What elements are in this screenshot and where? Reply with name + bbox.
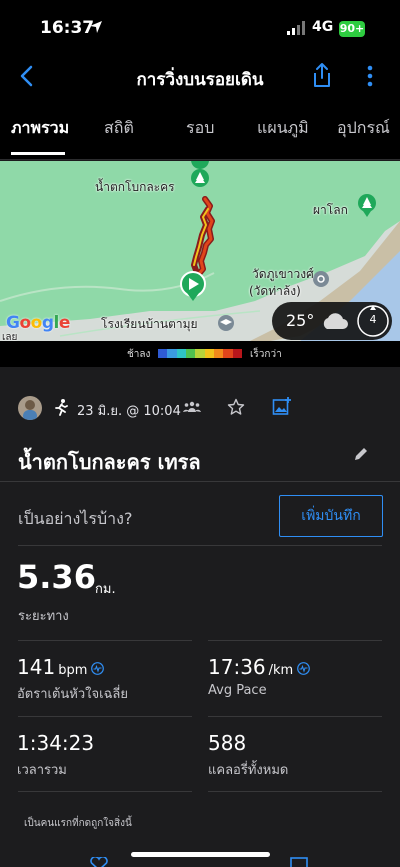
heart-rate-chart-icon [91,662,105,675]
divider [18,791,192,792]
pace-stat[interactable]: 17:36/km [208,655,311,679]
running-icon [55,399,68,416]
comment-icon[interactable] [290,857,308,867]
home-indicator [131,852,270,857]
pace-gradient-segment [213,349,224,358]
map-label-temple-sub: (วัดท่าล้ง) [249,284,301,298]
group-icon[interactable] [183,401,201,413]
edit-pencil-icon[interactable] [352,445,370,463]
more-vertical-icon[interactable] [364,64,376,88]
heart-rate-value: 141 [17,655,56,679]
pace-gradient-segment [223,349,233,358]
cloud-icon [323,313,348,329]
note-prompt[interactable]: เป็นอย่างไรบ้าง? [18,507,132,532]
tab-active-indicator [11,152,65,155]
tab-overview[interactable]: ภาพรวม [11,116,69,141]
pace-gradient-segment [185,349,196,358]
divider [0,481,400,482]
pace-value: 17:36 [208,655,266,679]
pace-legend: ช้าลง เร็วกว่า [0,341,400,367]
activity-date: 23 มิ.ย. @ 10:04 [77,404,181,419]
calories-label: แคลอรี่ทั้งหมด [208,763,289,778]
add-photo-icon[interactable] [272,396,292,416]
battery-indicator: 90+ [339,21,365,37]
add-note-button[interactable]: เพิ่มบันทึก [279,495,383,537]
pace-gradient-segment [204,349,214,358]
tab-bar: ภาพรวม สถิติ รอบ แผนภูมิ อุปกรณ์ [0,100,400,160]
map-pin-temple-icon [313,271,329,287]
nav-bar: การวิ่งบนรอยเดิน [0,56,400,100]
weather-temperature: 25° [286,311,315,330]
heart-rate-label: อัตราเต้นหัวใจเฉลี่ย [17,687,129,702]
pace-gradient [158,349,242,358]
activity-header: 23 มิ.ย. @ 10:04 [0,390,400,430]
signal-icon [287,21,305,35]
divider [18,716,192,717]
pace-gradient-segment [232,349,242,358]
pace-gradient-segment [167,349,177,358]
map-label-pha-lok: ผาโลก [313,203,348,217]
pace-gradient-segment [176,349,186,358]
tab-charts[interactable]: แผนภูมิ [257,116,309,141]
tab-stats[interactable]: สถิติ [104,116,134,141]
wind-speed: 4 [369,313,377,326]
avatar[interactable] [18,396,42,420]
total-time-value: 1:34:23 [17,731,95,755]
route-map[interactable]: น้ำตกโบกละคร ผาโลก วัดภูเขาวงศ์ (วัดท่าล… [0,161,400,341]
divider [208,716,382,717]
weather-widget[interactable]: 25° 4 [272,302,392,340]
map-label-waterfall: น้ำตกโบกละคร [95,180,175,194]
pace-chart-icon [297,662,311,675]
distance-value: 5.36 [17,558,96,596]
divider [18,545,382,546]
map-label-school: โรงเรียนบ้านตามุย [101,317,198,331]
divider [208,791,382,792]
legend-slow-label: ช้าลง [127,349,151,360]
heart-icon[interactable] [89,857,109,867]
pace-gradient-segment [195,349,205,358]
divider [208,640,382,641]
heart-rate-stat[interactable]: 141 bpm [17,655,105,679]
status-time: 16:37 [40,18,95,38]
star-icon[interactable] [227,398,245,416]
map-pin-waterfall-icon [191,161,209,187]
status-bar: 16:37 4G 90+ [0,0,400,56]
divider [18,640,192,641]
heart-rate-unit: bpm [58,663,88,678]
distance-unit: กม. [95,582,116,597]
calories-value: 588 [208,731,247,755]
total-time-label: เวลารวม [17,763,67,778]
map-pin-school-icon [218,315,234,331]
pace-label: Avg Pace [208,683,267,698]
pace-unit: /km [268,663,294,678]
google-logo: Google [6,313,70,333]
activity-title: น้ำตกโบกละคร เทรล [18,450,201,474]
page-title: การวิ่งบนรอยเดิน [136,70,264,90]
distance-label: ระยะทาง [18,609,69,624]
share-icon[interactable] [311,62,333,88]
location-arrow-icon [90,21,102,33]
tab-gear[interactable]: อุปกรณ์ [337,116,390,141]
kudos-prompt: เป็นคนแรกที่กดถูกใจสิ่งนี้ [24,818,132,829]
tab-laps[interactable]: รอบ [186,116,214,141]
pace-gradient-segment [158,349,168,358]
network-type: 4G [312,19,334,35]
legend-fast-label: เร็วกว่า [250,349,282,360]
